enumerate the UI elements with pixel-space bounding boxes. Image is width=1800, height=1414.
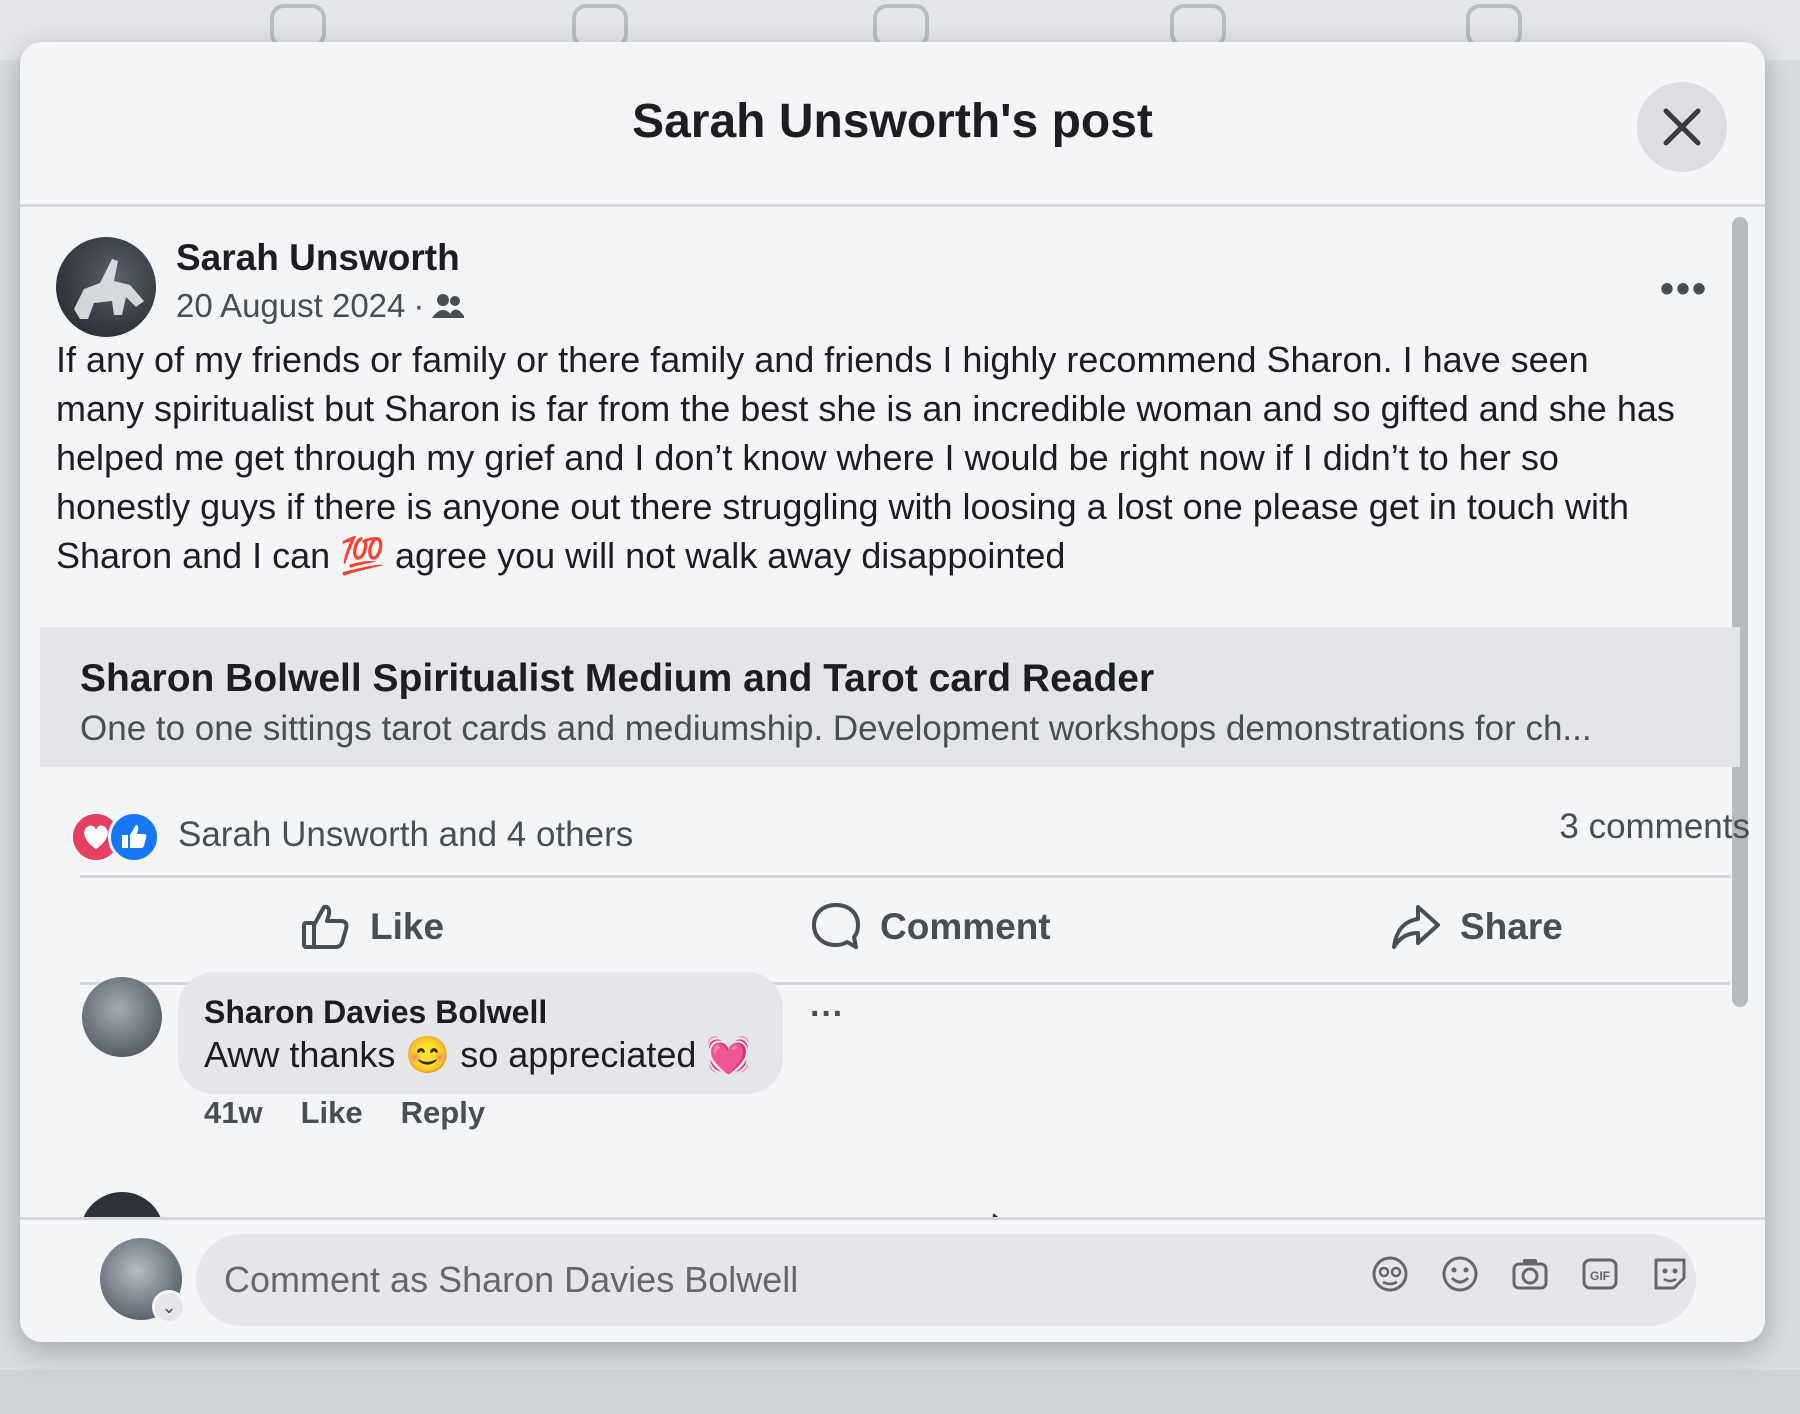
dialog-header: Sarah Unsworth's post bbox=[20, 42, 1765, 207]
post-text-line: many spiritualist but Sharon is far from… bbox=[56, 388, 1675, 429]
post-text-line: honestly guys if there is anyone out the… bbox=[56, 486, 1629, 527]
comment-more-options-button[interactable]: ··· bbox=[810, 995, 844, 1034]
reactors-summary[interactable]: Sarah Unsworth and 4 others bbox=[178, 815, 633, 855]
post-more-options-button[interactable]: ••• bbox=[1660, 267, 1708, 312]
post-text-line: Sharon and I can 💯 agree you will not wa… bbox=[56, 535, 1066, 576]
emoji-icon[interactable] bbox=[1440, 1254, 1480, 1294]
like-button[interactable]: Like bbox=[300, 887, 444, 967]
more-options-icon: ••• bbox=[1660, 267, 1709, 311]
meta-separator: · bbox=[413, 287, 425, 324]
comment-text: Aww thanks 😊 so appreciated 💓 bbox=[204, 1034, 752, 1075]
comment-button-label: Comment bbox=[880, 906, 1051, 947]
close-icon bbox=[1663, 108, 1701, 146]
friends-icon bbox=[432, 294, 465, 318]
sticker-icon[interactable] bbox=[1650, 1254, 1690, 1294]
post-scroll-area[interactable]: Sarah Unsworth 20 August 2024 · ••• If a… bbox=[20, 207, 1765, 1217]
link-preview-description: One to one sittings tarot cards and medi… bbox=[80, 709, 1592, 748]
close-button[interactable] bbox=[1637, 82, 1727, 172]
comment-icon bbox=[812, 903, 860, 949]
comment-button[interactable]: Comment bbox=[810, 887, 1051, 967]
comment-count[interactable]: 3 comments bbox=[1559, 807, 1750, 847]
like-reaction-icon[interactable] bbox=[108, 811, 160, 863]
post-text-line: If any of my friends or family or there … bbox=[56, 339, 1589, 380]
share-button-label: Share bbox=[1460, 906, 1563, 947]
comment-reply-button[interactable]: Reply bbox=[401, 1095, 485, 1131]
post-meta: 20 August 2024 · bbox=[176, 287, 465, 325]
avatar-sticker-icon[interactable] bbox=[1370, 1254, 1410, 1294]
commenter-avatar[interactable] bbox=[82, 977, 162, 1057]
thumbs-up-icon bbox=[302, 904, 349, 949]
post-author-name[interactable]: Sarah Unsworth bbox=[176, 237, 460, 279]
post-text: If any of my friends or family or there … bbox=[56, 335, 1736, 580]
chevron-down-icon[interactable]: ⌄ bbox=[152, 1290, 186, 1324]
post-dialog: Sarah Unsworth's post Sarah Unsworth 20 … bbox=[20, 42, 1765, 1342]
post-date[interactable]: 20 August 2024 bbox=[176, 287, 405, 325]
share-button[interactable]: Share bbox=[1390, 887, 1563, 967]
svg-text:GIF: GIF bbox=[1590, 1269, 1610, 1283]
comment-timestamp[interactable]: 41w bbox=[204, 1095, 263, 1131]
gif-icon[interactable]: GIF bbox=[1580, 1254, 1620, 1294]
composer-tools: GIF bbox=[1370, 1254, 1690, 1294]
post-actions: Like Comment Share bbox=[80, 887, 1720, 967]
background-page-content bbox=[0, 1370, 1800, 1414]
like-button-label: Like bbox=[370, 906, 445, 947]
link-preview-card[interactable]: Sharon Bolwell Spiritualist Medium and T… bbox=[40, 627, 1740, 767]
comment-like-button[interactable]: Like bbox=[301, 1095, 363, 1131]
reactions-summary: Sarah Unsworth and 4 others 3 comments bbox=[70, 807, 1750, 867]
share-icon bbox=[1392, 905, 1440, 949]
post-text-line: helped me get through my grief and I don… bbox=[56, 437, 1559, 478]
next-comment-avatar[interactable] bbox=[80, 1192, 164, 1217]
dialog-title: Sarah Unsworth's post bbox=[632, 95, 1153, 148]
comment-bubble: Sharon Davies Bolwell Aww thanks 😊 so ap… bbox=[178, 972, 783, 1094]
link-preview-title[interactable]: Sharon Bolwell Spiritualist Medium and T… bbox=[80, 657, 1154, 701]
author-avatar[interactable] bbox=[56, 237, 156, 337]
more-options-icon: ··· bbox=[810, 995, 844, 1033]
horse-rider-icon bbox=[74, 259, 144, 319]
comment-composer: ⌄ GIF bbox=[20, 1217, 1765, 1342]
comment-author[interactable]: Sharon Davies Bolwell bbox=[204, 994, 547, 1031]
camera-icon[interactable] bbox=[1510, 1254, 1550, 1294]
comment-actions: 41w Like Reply bbox=[204, 1095, 485, 1131]
divider bbox=[80, 875, 1730, 878]
